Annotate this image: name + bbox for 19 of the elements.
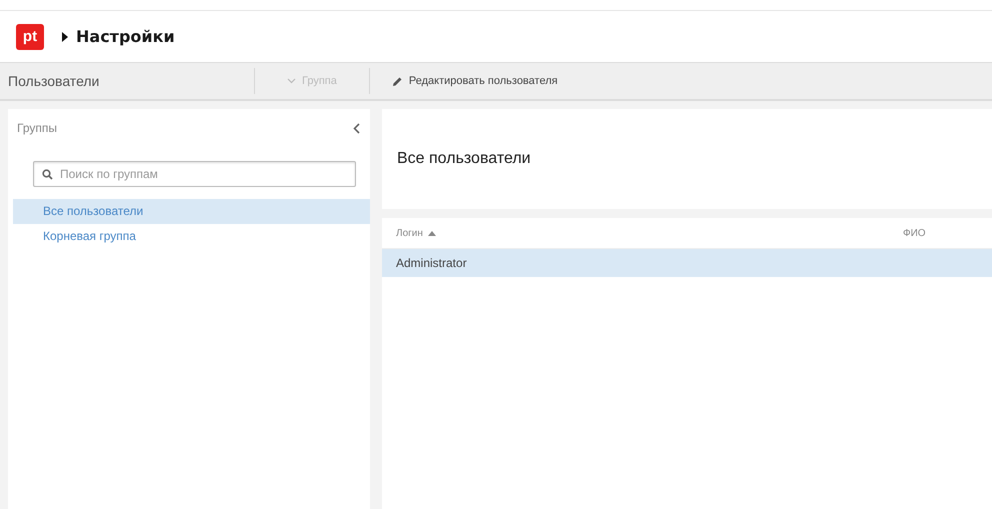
logo: pt	[16, 24, 44, 50]
chevron-down-icon	[287, 78, 296, 84]
collapse-button[interactable]	[353, 122, 360, 134]
search-field[interactable]: Поиск по группам	[33, 161, 356, 187]
chevron-left-icon	[353, 122, 360, 134]
toolbar-button[interactable]: Редактировать пользователя	[370, 75, 580, 87]
group-item[interactable]: Все пользователи	[13, 199, 370, 224]
sidebar-title: Группы	[17, 121, 57, 135]
caret-icon	[62, 32, 68, 42]
column-header[interactable]: ФИО	[903, 228, 926, 238]
table-cell-text: Administrator	[395, 256, 467, 270]
group-item[interactable]: Корневая группа	[13, 224, 370, 249]
column-header[interactable]: Логин	[382, 228, 903, 238]
section-title: Пользователи	[7, 73, 100, 89]
page-title: Настройки	[76, 27, 175, 46]
search-icon	[42, 169, 53, 180]
table-row[interactable]: Administrator	[382, 249, 992, 277]
main-title: Все пользователи	[397, 150, 531, 168]
pencil-icon	[392, 76, 403, 86]
